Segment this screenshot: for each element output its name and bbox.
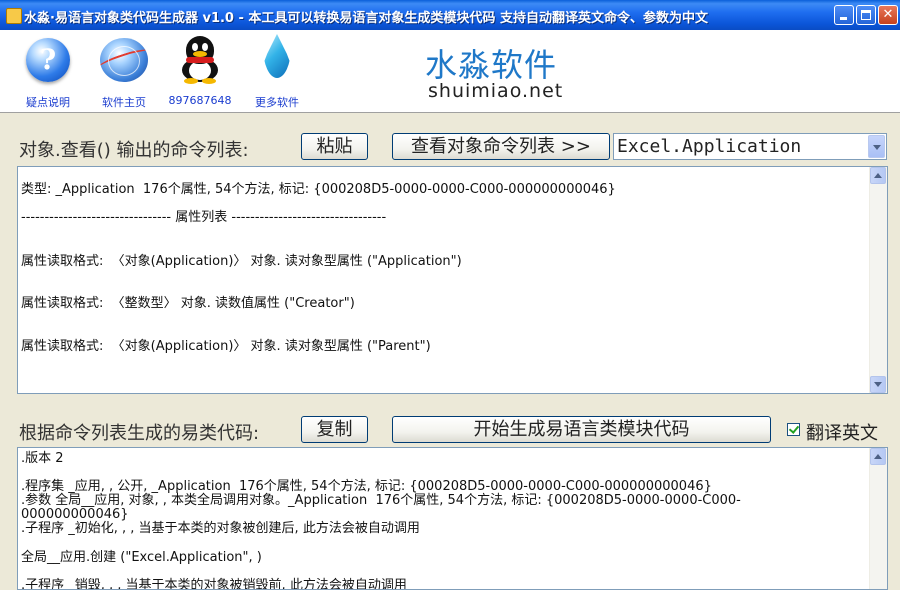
command-line: 属性读取格式: 〈对象(Application)〉 对象. 读对象型属性 ("A… [21, 254, 462, 269]
window-title: 水淼·易语言对象类代码生成器 v1.0 - 本工具可以转换易语言对象生成类模块代… [24, 11, 708, 26]
help-icon: ? [26, 38, 70, 82]
title-bar[interactable]: 水淼·易语言对象类代码生成器 v1.0 - 本工具可以转换易语言对象生成类模块代… [0, 0, 900, 30]
translate-checkbox[interactable] [787, 423, 800, 436]
scroll-down-icon[interactable] [870, 376, 886, 393]
command-line: 类型: _Application 176个属性, 54个方法, 标记: {000… [21, 182, 616, 197]
qq-label: 897687648 [168, 94, 232, 107]
homepage-link[interactable]: 软件主页 [84, 34, 164, 110]
vertical-scrollbar[interactable] [869, 448, 887, 589]
code-line: .子程序 _初始化, , , 当基于本类的对象被创建后, 此方法会被自动调用 [21, 521, 420, 536]
help-label: 疑点说明 [26, 96, 70, 109]
paste-button[interactable]: 粘贴 [301, 133, 368, 160]
app-icon [6, 8, 22, 24]
code-line: 全局__应用.创建 ("Excel.Application", ) [21, 550, 262, 565]
brand-url: shuimiao.net [428, 80, 564, 102]
vertical-scrollbar[interactable] [869, 167, 887, 393]
globe-icon [100, 38, 148, 82]
code-line: .程序集 _应用, , 公开, _Application 176个属性, 54个… [21, 479, 712, 494]
more-software-link[interactable]: 更多软件 [237, 34, 317, 110]
homepage-label: 软件主页 [102, 96, 146, 109]
maximize-button[interactable] [856, 5, 876, 25]
command-list-label: 对象.查看() 输出的命令列表: [19, 140, 249, 161]
water-drop-icon [263, 34, 291, 78]
command-list-textarea[interactable]: 类型: _Application 176个属性, 54个方法, 标记: {000… [17, 166, 888, 394]
generated-code-textarea[interactable]: .版本 2 .程序集 _应用, , 公开, _Application 176个属… [17, 447, 888, 590]
code-line: 000000000046} [21, 507, 129, 522]
generate-code-button[interactable]: 开始生成易语言类模块代码 [392, 416, 771, 443]
more-software-label: 更多软件 [255, 96, 299, 109]
scroll-up-icon[interactable] [870, 448, 886, 465]
code-line: .子程序 _销毁, , , 当基于本类的对象被销毁前, 此方法会被自动调用 [21, 578, 407, 590]
object-type-select[interactable]: Excel.Application [613, 133, 887, 160]
minimize-button[interactable] [834, 5, 854, 25]
object-type-value: Excel.Application [617, 136, 802, 157]
command-line: -------------------------------- 属性列表 --… [21, 210, 387, 225]
qq-penguin-icon [182, 36, 218, 84]
generated-code-label: 根据命令列表生成的易类代码: [19, 423, 260, 444]
copy-button[interactable]: 复制 [301, 416, 368, 443]
scroll-up-icon[interactable] [870, 167, 886, 184]
header-panel: ? 疑点说明 软件主页 897687648 更多软件 水淼软件 shuimiao… [0, 30, 900, 113]
code-line: .参数 全局__应用, 对象, , 本类全局调用对象。_Application … [21, 493, 741, 508]
chevron-down-icon[interactable] [868, 135, 885, 158]
qq-link[interactable]: 897687648 [160, 34, 240, 107]
translate-checkbox-label[interactable]: 翻译英文 [806, 419, 878, 445]
help-link[interactable]: ? 疑点说明 [8, 34, 88, 110]
command-line: 属性读取格式: 〈整数型〉 对象. 读数值属性 ("Creator") [21, 296, 355, 311]
close-button[interactable] [878, 5, 898, 25]
code-line: .版本 2 [21, 451, 64, 466]
command-line: 属性读取格式: 〈对象(Application)〉 对象. 读对象型属性 ("P… [21, 339, 431, 354]
view-object-commands-button[interactable]: 查看对象命令列表 >> [392, 133, 610, 160]
